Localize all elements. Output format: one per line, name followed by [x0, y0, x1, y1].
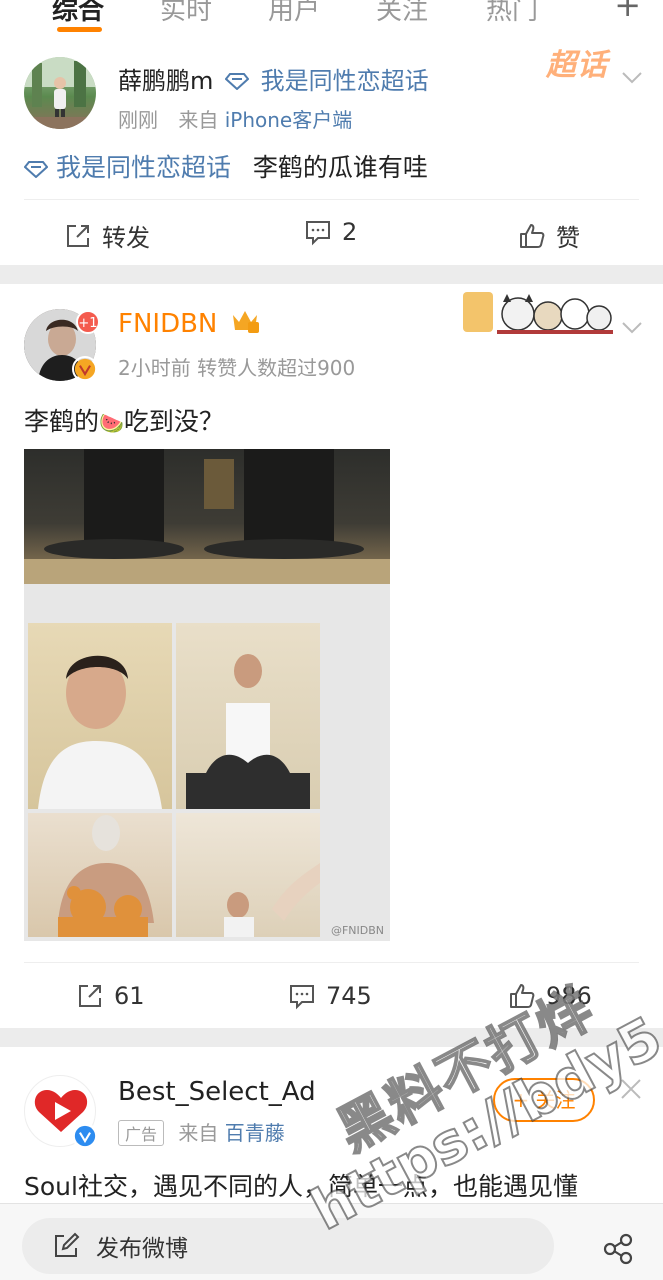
- collage-photo: [28, 623, 172, 809]
- comment-icon: [290, 985, 314, 1010]
- close-icon[interactable]: [619, 1077, 643, 1101]
- ad-card[interactable]: Best_Select_Ad 广告 来自 百青藤 + 关注 Soul社交，遇见不…: [0, 1047, 663, 1207]
- repost-button[interactable]: 61: [76, 982, 145, 1010]
- like-label: 赞: [556, 224, 580, 252]
- post-body: 我是同性恋超话 李鹤的瓜谁有哇: [23, 148, 428, 184]
- watermelon-emoji: 🍉: [99, 411, 124, 435]
- divider: [24, 199, 639, 200]
- verified-badge-icon: [72, 356, 98, 382]
- add-tab-icon[interactable]: +: [614, 0, 641, 24]
- bottom-bar: 发布微博: [0, 1203, 663, 1280]
- source-link[interactable]: 百青藤: [225, 1121, 285, 1145]
- comment-icon: [306, 221, 330, 246]
- like-button[interactable]: 986: [508, 982, 592, 1010]
- source-prefix: 来自: [178, 1121, 219, 1145]
- follow-button[interactable]: + 关注: [493, 1078, 595, 1122]
- avatar-photo: [24, 57, 96, 129]
- body-text-part: 李鹤的: [24, 407, 100, 436]
- repost-icon: [67, 224, 89, 247]
- username[interactable]: FNIDBN: [118, 309, 217, 339]
- source-link[interactable]: iPhone客户端: [225, 108, 353, 132]
- source-prefix: 来自: [178, 108, 219, 132]
- topic-diamond-icon: [224, 68, 250, 96]
- ad-body: Soul社交，遇见不同的人，简单一点，也能遇见懂: [24, 1172, 578, 1201]
- image-collage: [28, 623, 320, 937]
- like-button[interactable]: 赞: [518, 218, 580, 253]
- thumbs-up-icon: [520, 223, 545, 248]
- post-meta: 2小时前 转赞人数超过900: [118, 356, 356, 380]
- share-icon[interactable]: [601, 1232, 635, 1266]
- blue-verified-icon: [72, 1123, 98, 1149]
- collage-photo: [176, 813, 320, 937]
- comment-count: 745: [326, 982, 372, 1010]
- comment-button[interactable]: 2: [304, 218, 357, 246]
- chevron-down-icon[interactable]: [621, 66, 643, 88]
- supertopic-badge: 超话: [546, 48, 608, 83]
- tab-following[interactable]: 关注: [376, 0, 428, 27]
- active-tab-indicator: [57, 27, 102, 32]
- post-image[interactable]: @FNIDBN: [24, 449, 390, 941]
- topic-link[interactable]: 我是同性恋超话: [261, 67, 429, 95]
- compose-label: 发布微博: [96, 1236, 188, 1262]
- thumbs-up-icon: [510, 984, 535, 1008]
- repost-count: 61: [114, 982, 145, 1010]
- collage-photo: [28, 813, 172, 937]
- username[interactable]: Best_Select_Ad: [118, 1077, 316, 1107]
- comment-button[interactable]: 745: [288, 982, 372, 1010]
- post-body: 李鹤的🍉吃到没？: [24, 402, 224, 438]
- notification-badge: +1: [76, 310, 100, 334]
- repost-icon: [79, 985, 101, 1007]
- search-tabs: 综合 实时 用户 关注 热门 +: [0, 0, 663, 38]
- topic-diamond-icon: [23, 155, 49, 184]
- tab-realtime[interactable]: 实时: [160, 0, 212, 27]
- chevron-down-icon[interactable]: [621, 316, 643, 338]
- post-time: 刚刚: [118, 108, 158, 132]
- like-count: 986: [546, 982, 592, 1010]
- image-top-section: [24, 449, 390, 584]
- repost-label: 转发: [102, 224, 150, 252]
- sticker-decoration: [463, 288, 613, 336]
- body-text-part: 吃到没？: [123, 407, 224, 436]
- body-topic-link[interactable]: 我是同性恋超话: [56, 153, 231, 182]
- edit-icon: [55, 1232, 80, 1257]
- tab-comprehensive[interactable]: 综合: [52, 0, 104, 27]
- tab-users[interactable]: 用户: [268, 0, 320, 27]
- image-watermark: @FNIDBN: [330, 924, 384, 937]
- repost-button[interactable]: 转发: [64, 218, 150, 253]
- collage-photo: [176, 623, 320, 809]
- post-card-2[interactable]: +1 FNIDBN 2小时前 转赞人数超过900 李鹤的🍉吃到没？ @FNIDB…: [0, 284, 663, 1028]
- username[interactable]: 薛鹏鹏m: [118, 67, 213, 95]
- ad-label: 广告: [118, 1120, 165, 1146]
- vip-crown-icon: [230, 308, 260, 341]
- divider: [24, 962, 639, 963]
- avatar[interactable]: [24, 57, 96, 129]
- post-card-1[interactable]: 薛鹏鹏m 我是同性恋超话 超话 刚刚 来自 iPhone客户端 我是同性恋超话 …: [0, 38, 663, 265]
- tab-hot[interactable]: 热门: [486, 0, 538, 27]
- body-text: 李鹤的瓜谁有哇: [252, 153, 428, 182]
- comment-count: 2: [342, 218, 358, 246]
- compose-button[interactable]: 发布微博: [22, 1218, 554, 1274]
